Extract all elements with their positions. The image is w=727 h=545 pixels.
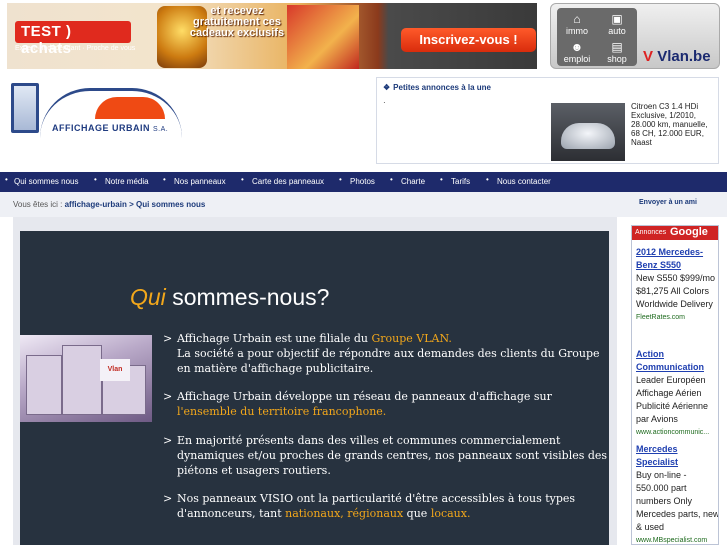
page-title: Qui sommes-nous? — [130, 284, 330, 310]
breadcrumb-home-link[interactable]: affichage-urbain — [65, 200, 127, 209]
nav-nos-panneaux[interactable]: Nos panneaux — [174, 177, 226, 186]
classifieds-title: ❖ Petites annonces à la une — [383, 83, 491, 92]
speech-bubble-icon: ❖ — [383, 83, 391, 92]
car-icon: ▣ — [611, 12, 623, 26]
car-photo[interactable] — [551, 103, 625, 161]
nav-carte-des-panneaux[interactable]: Carte des panneaux — [252, 177, 324, 186]
banner-promo-text: et recevez gratuitement ces cadeaux excl… — [189, 5, 285, 39]
ad-item[interactable]: Action Communication Leader Européen Aff… — [636, 348, 718, 439]
nav-tarifs[interactable]: Tarifs — [451, 177, 470, 186]
paragraph-presence: > En majorité présents dans des villes e… — [163, 434, 608, 477]
office-building-photo: Vlan — [20, 335, 152, 422]
vlan-portal-box: ⌂ immo ▣ auto ☻ emploi ▤ shop V Vlan.be — [550, 3, 720, 69]
google-logo: Google — [670, 226, 708, 238]
vlan-nav: ⌂ immo ▣ auto ☻ emploi ▤ shop — [557, 8, 637, 66]
test-achats-banner[interactable]: TEST ) achats Expert · Indépendant · Pro… — [7, 3, 537, 69]
classified-listing-text[interactable]: Citroen C3 1.4 HDi Exclusive, 1/2010, 28… — [631, 102, 717, 147]
logo-sun — [95, 97, 165, 119]
test-achats-logo: TEST ) achats — [15, 21, 131, 57]
send-to-friend-link[interactable]: Envoyer à un ami — [639, 199, 697, 206]
paragraph-reseau: > Affichage Urbain développe un réseau d… — [163, 390, 552, 418]
groupe-vlan-link[interactable]: Groupe VLAN. — [372, 332, 452, 345]
classifieds-dot: · — [383, 98, 386, 107]
paragraph-visio: > Nos panneaux VISIO ont la particularit… — [163, 492, 576, 520]
ad-item[interactable]: Mercedes Specialist Buy on-line - 550.00… — [636, 443, 718, 544]
paragraph-filiale: > Affichage Urbain est une filiale du Gr… — [163, 332, 600, 375]
subscribe-button[interactable]: Inscrivez-vous ! — [401, 28, 536, 52]
billboard-logo-icon — [11, 83, 39, 133]
vlan-emploi-link[interactable]: ☻ emploi — [557, 40, 597, 64]
nav-nous-contacter[interactable]: Nous contacter — [497, 177, 551, 186]
people-icon: ☻ — [570, 40, 584, 54]
classifieds-box: ❖ Petites annonces à la une · Citroen C3 … — [376, 77, 719, 164]
vlan-auto-link[interactable]: ▣ auto — [597, 12, 637, 36]
vlan-logo[interactable]: V Vlan.be — [643, 48, 711, 65]
nav-notre-media[interactable]: Notre média — [105, 177, 149, 186]
site-logo-text[interactable]: AFFICHAGE URBAIN S.A. — [52, 123, 168, 133]
vlan-shop-link[interactable]: ▤ shop — [597, 40, 637, 64]
magazine-image — [287, 5, 359, 69]
home-icon: ⌂ — [573, 12, 581, 26]
google-ads: Annonces Google 2012 Mercedes-Benz S550 … — [631, 225, 719, 545]
nav-photos[interactable]: Photos — [350, 177, 375, 186]
vlan-immo-link[interactable]: ⌂ immo — [557, 12, 597, 36]
banner-tagline: Expert · Indépendant · Proche de vous — [15, 45, 136, 52]
breadcrumb: Vous êtes ici : affichage-urbain > Qui s… — [13, 200, 206, 209]
breadcrumb-current: Qui sommes nous — [135, 200, 206, 209]
cart-icon: ▤ — [611, 40, 623, 54]
nav-charte[interactable]: Charte — [401, 177, 425, 186]
breadcrumb-bar: Vous êtes ici : affichage-urbain > Qui s… — [0, 192, 727, 217]
ad-item[interactable]: 2012 Mercedes-Benz S550 New S550 $999/mo… — [636, 246, 718, 324]
nav-qui-sommes-nous[interactable]: Qui sommes nous — [14, 177, 78, 186]
main-nav: • Qui sommes nous • Notre média • Nos pa… — [0, 172, 727, 192]
ads-header: Annonces Google — [632, 226, 718, 240]
